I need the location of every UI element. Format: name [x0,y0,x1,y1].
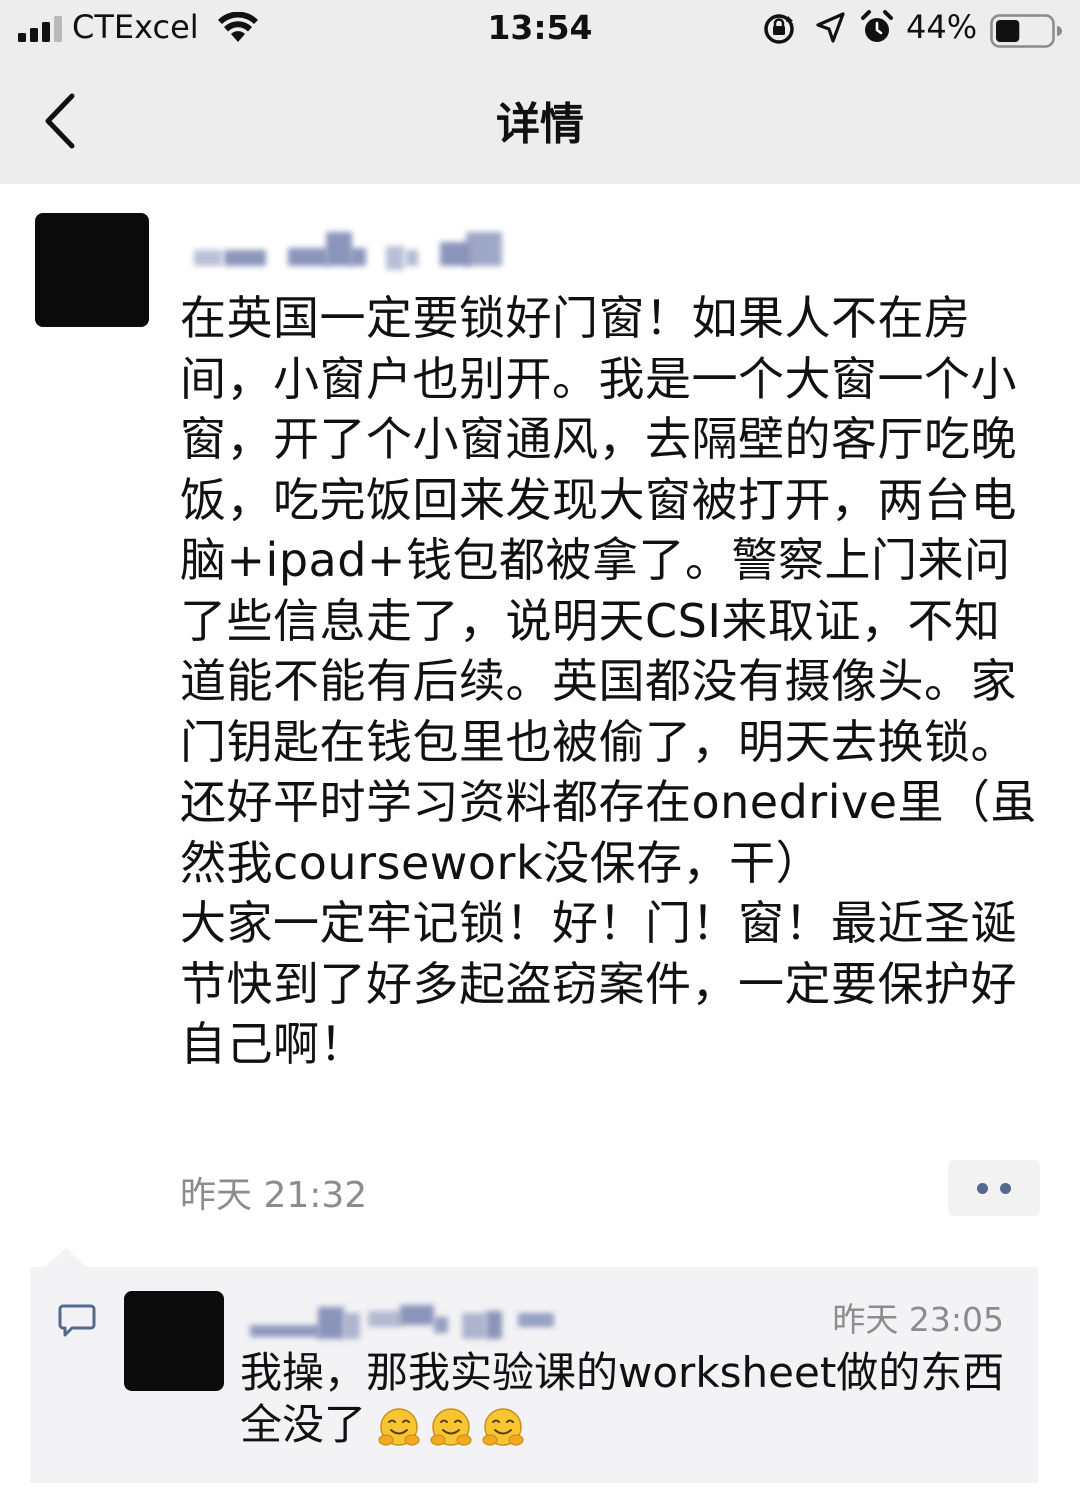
hug-emoji-icon [430,1408,472,1446]
comment-timestamp: 昨天 23:05 [832,1300,1004,1339]
more-dots-icon-dot [1000,1183,1011,1194]
location-icon [816,12,845,43]
comment-area-caret [44,1248,88,1268]
comment-username-blurred[interactable] [248,1301,568,1341]
more-button[interactable] [948,1160,1040,1216]
battery-icon [990,14,1062,48]
avatar[interactable] [35,213,149,327]
nav-bar: 详情 [0,62,1080,184]
comment-area: 昨天 23:05 我操，那我实验课的worksheet做的东西全没了 [30,1267,1038,1483]
more-dots-icon [977,1183,988,1194]
alarm-icon [861,10,893,42]
hug-emoji-icon [482,1408,524,1446]
post-timestamp: 昨天 21:32 [180,1175,368,1216]
post-text: 在英国一定要锁好门窗！如果人不在房间，小窗户也别开。我是一个大窗一个小窗，开了个… [180,291,1038,1071]
rotation-lock-icon [764,14,794,44]
battery-percentage: 44% [906,8,978,46]
page-title: 详情 [496,99,584,150]
comment-emoji-row [344,1405,524,1451]
comment-bubble-icon [58,1304,96,1337]
status-bar: CTExcel 13:54 44% [0,0,1080,62]
comment-avatar[interactable] [124,1291,224,1391]
username-blurred[interactable] [190,228,520,272]
hug-emoji-icon [378,1408,420,1446]
